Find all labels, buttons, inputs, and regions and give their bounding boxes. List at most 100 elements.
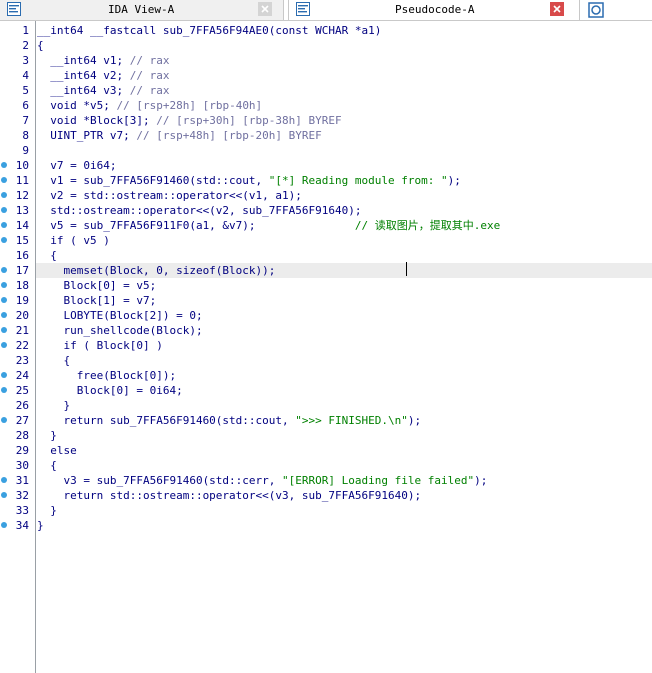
- code-line-text: __int64 v3; // rax: [37, 84, 170, 97]
- code-line[interactable]: __int64 v3; // rax: [36, 83, 652, 98]
- line-number: 6: [22, 99, 29, 112]
- line-number: 30: [15, 459, 29, 472]
- line-number-gutter: 1 2 3 4 5 6 7 8 9 10 11 12 13 14 15 16 17 18 19 20 21 22 23 24 2…: [0, 21, 36, 673]
- close-icon[interactable]: [550, 2, 564, 16]
- line-number: 2: [22, 39, 29, 52]
- breakpoint-dot-icon[interactable]: [1, 387, 7, 393]
- code-line-text: LOBYTE(Block[2]) = 0;: [37, 309, 203, 322]
- breakpoint-dot-icon[interactable]: [1, 297, 7, 303]
- tab-pseudocode[interactable]: Pseudocode-A: [288, 0, 580, 20]
- line-number: 29: [15, 444, 29, 457]
- code-line[interactable]: {: [36, 38, 652, 53]
- breakpoint-dot-icon[interactable]: [1, 312, 7, 318]
- code-line[interactable]: void *Block[3]; // [rsp+30h] [rbp-38h] B…: [36, 113, 652, 128]
- code-line[interactable]: v5 = sub_7FFA56F911F0(a1, &v7); // 读取图片，…: [36, 218, 652, 233]
- breakpoint-dot-icon[interactable]: [1, 327, 7, 333]
- code-line-text: free(Block[0]);: [37, 369, 177, 382]
- code-line[interactable]: LOBYTE(Block[2]) = 0;: [36, 308, 652, 323]
- tab-ida-view-label: IDA View-A: [108, 3, 175, 16]
- code-line[interactable]: }: [36, 518, 652, 533]
- code-line[interactable]: __int64 v2; // rax: [36, 68, 652, 83]
- line-number: 4: [22, 69, 29, 82]
- code-line[interactable]: v2 = std::ostream::operator<<(v1, a1);: [36, 188, 652, 203]
- code-line[interactable]: if ( v5 ): [36, 233, 652, 248]
- code-line[interactable]: memset(Block, 0, sizeof(Block));: [36, 263, 652, 278]
- code-line-text: if ( Block[0] ): [37, 339, 163, 352]
- code-line-text: void *Block[3]; // [rsp+30h] [rbp-38h] B…: [37, 114, 342, 127]
- breakpoint-dot-icon[interactable]: [1, 417, 7, 423]
- code-line[interactable]: Block[0] = v5;: [36, 278, 652, 293]
- breakpoint-dot-icon[interactable]: [1, 207, 7, 213]
- code-line[interactable]: return sub_7FFA56F91460(std::cout, ">>> …: [36, 413, 652, 428]
- code-line-text: }: [37, 399, 71, 412]
- code-line-text: __int64 v1; // rax: [37, 54, 170, 67]
- code-line[interactable]: Block[0] = 0i64;: [36, 383, 652, 398]
- code-line[interactable]: free(Block[0]);: [36, 368, 652, 383]
- tab-ida-view[interactable]: IDA View-A: [0, 0, 284, 20]
- code-line-text: }: [37, 504, 57, 517]
- code-line[interactable]: v7 = 0i64;: [36, 158, 652, 173]
- code-line-text: Block[1] = v7;: [37, 294, 157, 307]
- code-line-text: Block[0] = v5;: [37, 279, 157, 292]
- window-layout-icon[interactable]: [588, 2, 604, 18]
- breakpoint-dot-icon[interactable]: [1, 222, 7, 228]
- code-line[interactable]: {: [36, 353, 652, 368]
- breakpoint-dot-icon[interactable]: [1, 372, 7, 378]
- line-number: 28: [15, 429, 29, 442]
- pseudocode-editor[interactable]: __int64 __fastcall sub_7FFA56F94AE0(cons…: [36, 21, 652, 673]
- code-line[interactable]: run_shellcode(Block);: [36, 323, 652, 338]
- breakpoint-dot-icon[interactable]: [1, 477, 7, 483]
- code-line[interactable]: {: [36, 458, 652, 473]
- code-line[interactable]: UINT_PTR v7; // [rsp+48h] [rbp-20h] BYRE…: [36, 128, 652, 143]
- code-line[interactable]: }: [36, 428, 652, 443]
- breakpoint-dot-icon[interactable]: [1, 192, 7, 198]
- code-line[interactable]: Block[1] = v7;: [36, 293, 652, 308]
- code-line[interactable]: }: [36, 503, 652, 518]
- tab-bar: IDA View-A Pseudocode-A: [0, 0, 652, 21]
- breakpoint-dot-icon[interactable]: [1, 342, 7, 348]
- code-line[interactable]: [36, 143, 652, 158]
- disassembly-view-icon: [7, 2, 21, 16]
- text-cursor: [406, 262, 407, 276]
- code-line[interactable]: v3 = sub_7FFA56F91460(std::cerr, "[ERROR…: [36, 473, 652, 488]
- code-line-text: v7 = 0i64;: [37, 159, 117, 172]
- code-line-text: return sub_7FFA56F91460(std::cout, ">>> …: [37, 414, 422, 427]
- code-line-text: memset(Block, 0, sizeof(Block));: [37, 264, 276, 277]
- code-line[interactable]: }: [36, 398, 652, 413]
- breakpoint-dot-icon[interactable]: [1, 162, 7, 168]
- code-line[interactable]: v1 = sub_7FFA56F91460(std::cout, "[*] Re…: [36, 173, 652, 188]
- pseudocode-view-icon: [296, 2, 310, 16]
- breakpoint-dot-icon[interactable]: [1, 237, 7, 243]
- code-line[interactable]: {: [36, 248, 652, 263]
- code-line-text: if ( v5 ): [37, 234, 110, 247]
- code-line-text: else: [37, 444, 77, 457]
- code-line-text: std::ostream::operator<<(v2, sub_7FFA56F…: [37, 204, 362, 217]
- line-number: 9: [22, 144, 29, 157]
- breakpoint-dot-icon[interactable]: [1, 282, 7, 288]
- code-line[interactable]: std::ostream::operator<<(v2, sub_7FFA56F…: [36, 203, 652, 218]
- line-number: 8: [22, 129, 29, 142]
- code-line-text: v5 = sub_7FFA56F911F0(a1, &v7); // 读取图片，…: [37, 219, 501, 232]
- tab-pseudocode-label: Pseudocode-A: [395, 3, 475, 16]
- code-line-text: UINT_PTR v7; // [rsp+48h] [rbp-20h] BYRE…: [37, 129, 322, 142]
- code-line-text: {: [37, 459, 57, 472]
- code-line-text: {: [37, 354, 71, 367]
- close-icon[interactable]: [258, 2, 272, 16]
- code-line-text: return std::ostream::operator<<(v3, sub_…: [37, 489, 422, 502]
- breakpoint-dot-icon[interactable]: [1, 177, 7, 183]
- line-number: 5: [22, 84, 29, 97]
- code-line[interactable]: if ( Block[0] ): [36, 338, 652, 353]
- code-line-text: void *v5; // [rsp+28h] [rbp-40h]: [37, 99, 263, 112]
- code-line[interactable]: return std::ostream::operator<<(v3, sub_…: [36, 488, 652, 503]
- code-line[interactable]: __int64 __fastcall sub_7FFA56F94AE0(cons…: [36, 23, 652, 38]
- code-line[interactable]: else: [36, 443, 652, 458]
- code-line-text: }: [37, 429, 57, 442]
- code-line-text: v2 = std::ostream::operator<<(v1, a1);: [37, 189, 302, 202]
- breakpoint-dot-icon[interactable]: [1, 492, 7, 498]
- code-line-text: {: [37, 249, 57, 262]
- breakpoint-dot-icon[interactable]: [1, 267, 7, 273]
- code-line-text: __int64 v2; // rax: [37, 69, 170, 82]
- code-line[interactable]: void *v5; // [rsp+28h] [rbp-40h]: [36, 98, 652, 113]
- code-line[interactable]: __int64 v1; // rax: [36, 53, 652, 68]
- breakpoint-dot-icon[interactable]: [1, 522, 7, 528]
